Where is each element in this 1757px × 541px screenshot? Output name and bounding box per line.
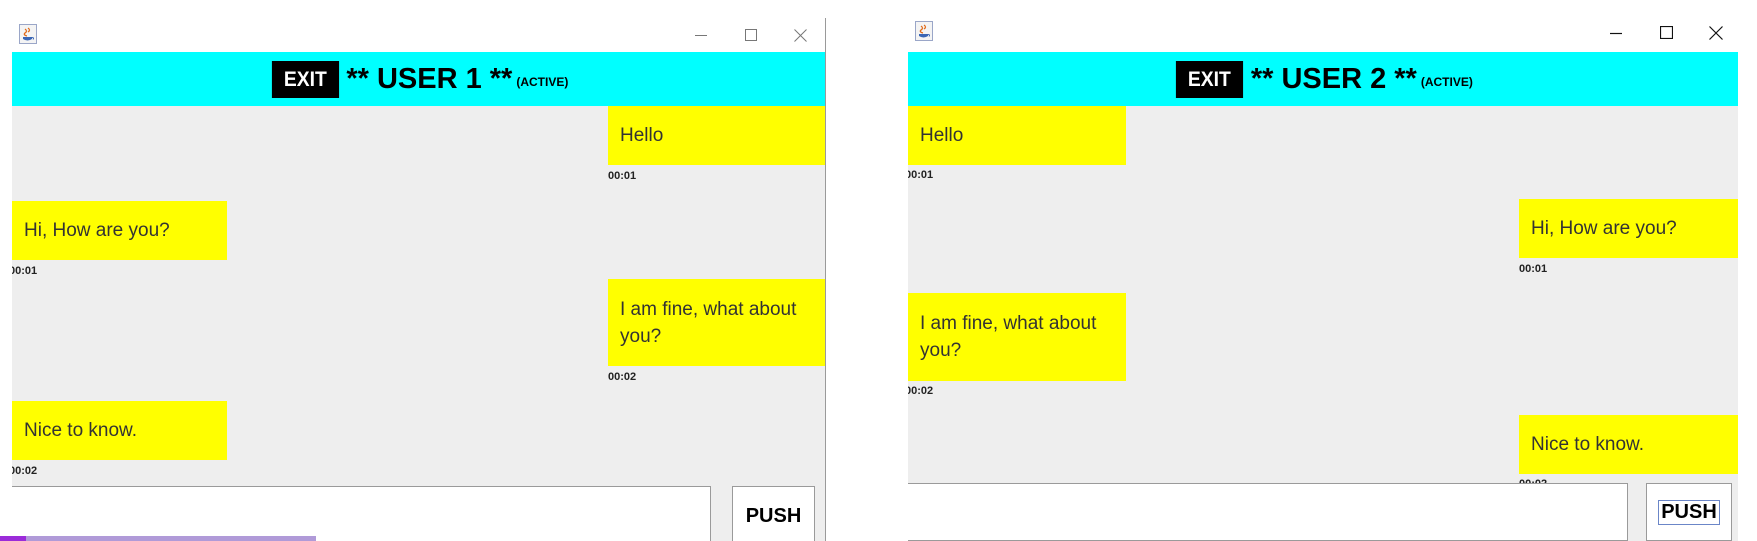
message-text: I am fine, what about you? [620,298,797,347]
chat-window-user-1: EXIT ** USER 1 ** (ACTIVE) Hello 00:01 H… [12,18,826,541]
message-text: Hi, How are you? [1531,218,1677,239]
message-text: Nice to know. [1531,434,1644,455]
message-bubble: Hi, How are you? [1519,199,1738,258]
message-input[interactable] [908,483,1628,541]
message-bubble: Hello [908,106,1126,165]
message-time: 00:02 [908,385,934,397]
status-label: (ACTIVE) [1420,75,1473,89]
title-bar[interactable] [12,18,825,52]
close-button[interactable] [776,18,824,52]
message-time: 00:02 [12,465,38,477]
exit-button[interactable]: EXIT [271,60,339,98]
close-icon [1709,25,1723,40]
java-icon [19,24,37,44]
chat-window-user-2: EXIT ** USER 2 ** (ACTIVE) Hello 00:01 H… [908,13,1738,541]
maximize-button[interactable] [1642,13,1690,52]
user-title: ** USER 1 ** [346,62,513,95]
chat-header: EXIT ** USER 2 ** (ACTIVE) [908,52,1738,106]
message-bubble: I am fine, what about you? [608,279,825,366]
java-icon [915,21,933,41]
close-icon [793,28,807,42]
message-text: Hi, How are you? [24,220,170,241]
minimize-button[interactable] [677,18,725,52]
minimize-icon [1610,32,1622,34]
minimize-icon [695,35,707,36]
message-time: 00:02 [608,371,637,383]
message-bubble: Nice to know. [1519,415,1738,474]
chat-header: EXIT ** USER 1 ** (ACTIVE) [12,52,825,106]
exit-button[interactable]: EXIT [1176,60,1243,98]
maximize-button[interactable] [727,18,775,52]
message-text: Nice to know. [24,420,137,441]
status-label: (ACTIVE) [516,75,569,89]
message-text: Hello [920,125,964,146]
title-bar[interactable] [908,13,1738,52]
maximize-icon [1659,26,1673,39]
message-bubble: Nice to know. [12,401,227,460]
message-text: Hello [620,125,664,146]
close-button[interactable] [1692,13,1738,52]
message-bubble: I am fine, what about you? [908,293,1126,381]
message-input[interactable] [12,486,711,541]
message-time: 00:01 [1519,263,1548,275]
push-button-label: PUSH [1658,499,1720,525]
message-time: 00:01 [908,169,934,181]
push-button[interactable]: PUSH [732,486,815,541]
message-bubble: Hi, How are you? [12,201,227,260]
push-button[interactable]: PUSH [1646,483,1732,541]
push-button-label: PUSH [745,504,802,527]
user-title: ** USER 2 ** [1250,62,1417,95]
minimize-button[interactable] [1592,13,1640,52]
message-time: 00:01 [608,170,637,182]
taskbar-edge [0,536,316,541]
maximize-icon [745,29,757,41]
message-text: I am fine, what about you? [920,313,1097,361]
message-bubble: Hello [608,106,825,165]
message-time: 00:01 [12,265,38,277]
